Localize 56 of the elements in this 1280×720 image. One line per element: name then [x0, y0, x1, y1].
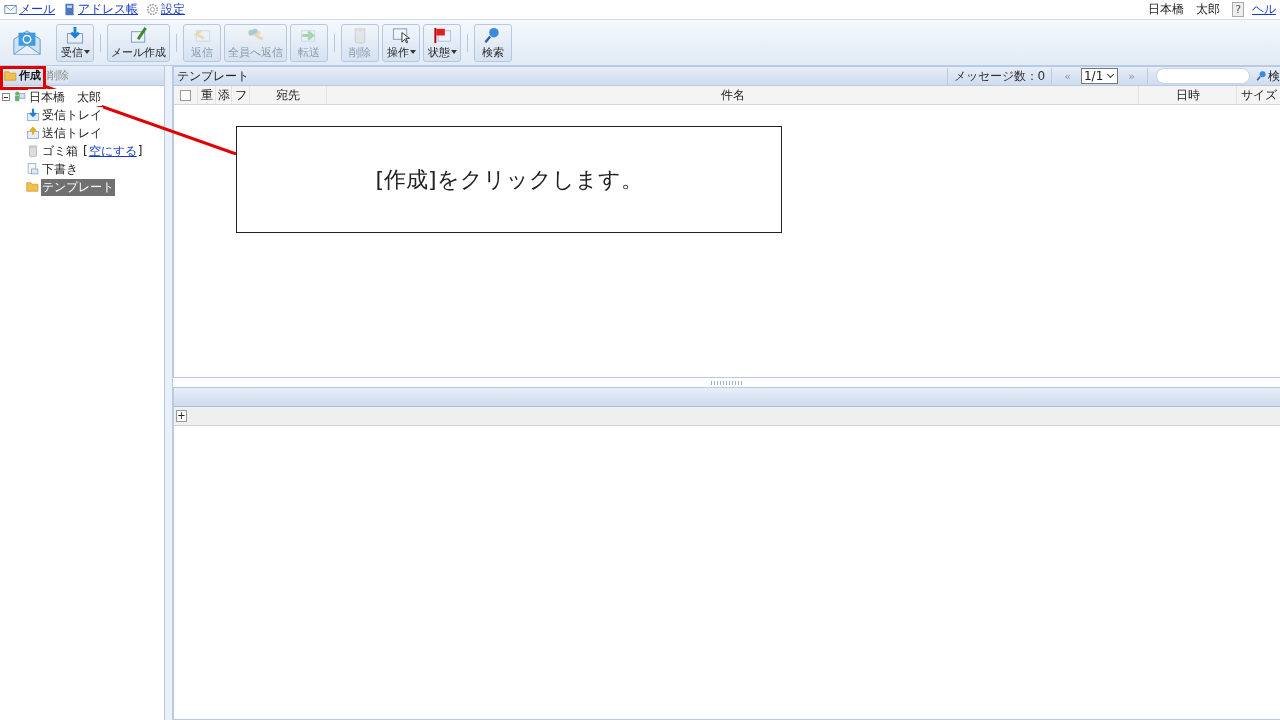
nav-link[interactable]: メール	[19, 1, 55, 18]
user-icon	[13, 90, 27, 104]
help-icon: ?	[1232, 2, 1244, 17]
column-header[interactable]: 日時	[1139, 86, 1237, 104]
toolbar-button[interactable]: メール作成	[107, 23, 170, 62]
select-all-checkbox[interactable]	[180, 89, 191, 101]
tree-item[interactable]: 下書き	[41, 160, 79, 178]
help-link[interactable]: ヘル	[1252, 1, 1276, 18]
search-button[interactable]: 検	[1256, 67, 1280, 85]
search-icon	[1256, 70, 1268, 82]
tree-item[interactable]: ゴミ箱	[41, 142, 79, 160]
expand-button[interactable]: +	[176, 410, 187, 422]
inbox-icon	[65, 25, 85, 45]
bracket: ]	[137, 144, 143, 158]
tree-item[interactable]: 送信トレイ	[41, 124, 103, 142]
pointer-icon	[391, 25, 411, 45]
tree-item[interactable]: 受信トレイ	[41, 106, 103, 124]
highlight-box	[0, 66, 46, 90]
column-header[interactable]: サイズ	[1237, 86, 1280, 104]
folder-icon	[4, 68, 18, 83]
flag-icon	[432, 25, 452, 45]
folder-icon	[26, 180, 40, 194]
column-header[interactable]: 件名	[327, 86, 1139, 104]
nav-link[interactable]: アドレス帳	[78, 1, 138, 18]
list-title: テンプレート	[176, 67, 249, 85]
page-select[interactable]: 1/1	[1080, 68, 1119, 84]
column-header[interactable]: 重	[198, 86, 216, 104]
toolbar-button[interactable]: 受信	[56, 23, 94, 62]
tree-item[interactable]: 日本橋 太郎	[28, 88, 102, 106]
folder-action-button[interactable]: 作成	[4, 68, 41, 83]
trash-icon	[26, 144, 40, 158]
tree-item[interactable]: テンプレート	[41, 178, 115, 196]
splitter-handle[interactable]	[165, 66, 173, 720]
book-icon	[63, 3, 76, 16]
bracket: [	[83, 144, 88, 158]
column-header[interactable]: 添	[216, 86, 232, 104]
nav-link[interactable]: 設定	[161, 1, 185, 18]
mail-icon	[12, 27, 42, 58]
settings-icon	[146, 3, 159, 16]
column-header[interactable]: フ	[232, 86, 250, 104]
user-name: 日本橋 太郎	[1148, 1, 1221, 18]
column-header[interactable]: 宛先	[250, 86, 327, 104]
empty-trash-link[interactable]: 空にする	[88, 142, 137, 160]
envelope-icon	[4, 3, 17, 16]
tree-toggle[interactable]	[2, 93, 10, 101]
toolbar-button[interactable]: 状態	[423, 23, 461, 62]
toolbar-button[interactable]: 操作	[382, 23, 420, 62]
compose-icon	[128, 25, 149, 45]
inbox-icon	[26, 108, 40, 122]
splitter-handle[interactable]	[710, 380, 743, 385]
draft-icon	[26, 162, 40, 176]
toolbar-button[interactable]: 検索	[474, 23, 512, 62]
message-count: メッセージ数：0	[946, 67, 1052, 85]
callout-text: [作成]をクリックします。	[236, 126, 782, 233]
outbox-icon	[26, 126, 40, 140]
search-field[interactable]	[1156, 68, 1250, 84]
